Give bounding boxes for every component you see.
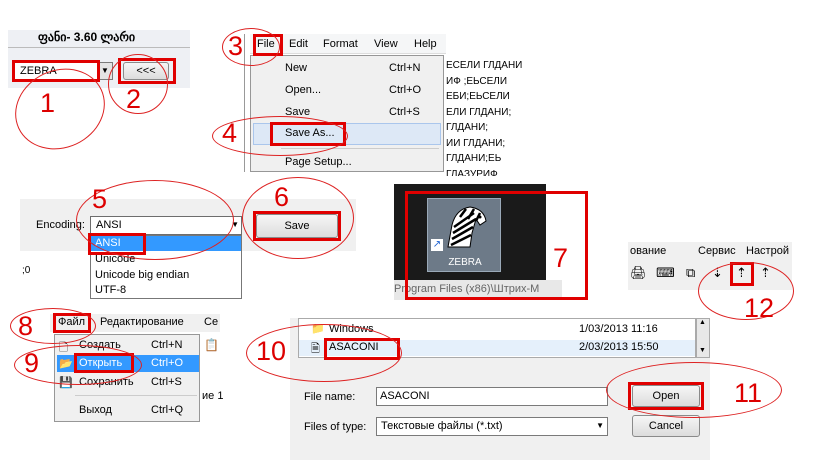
print-preview-icon[interactable]: 🖨 — [630, 265, 647, 281]
ru-side-toolbar-icon: 📋 — [204, 338, 219, 352]
menu-item-save-ru-shortcut: Ctrl+S — [151, 376, 182, 388]
keyboard-icon[interactable]: ⌨ — [656, 265, 675, 281]
toolbar-menubar: ование Сервис Настрой — [628, 244, 792, 260]
caption-price: ფანი- 3.60 ლარი — [38, 30, 136, 44]
file-type-label: Files of type: — [304, 421, 367, 433]
step-number-7: 7 — [553, 243, 569, 273]
menu-item-page-setup[interactable]: Page Setup... — [285, 156, 435, 168]
scroll-up-icon[interactable]: ▲ — [699, 319, 706, 326]
step-number-9: 9 — [24, 348, 40, 378]
menu-help[interactable]: Help — [414, 38, 437, 50]
menu-view[interactable]: View — [374, 38, 398, 50]
notepad-text-area[interactable]: ЕСЕЛИ ГЛДАНИ ИФ ;ЕЬСЕЛИ ЕБИ;ЕЬСЕЛИ ЕЛИ Г… — [446, 58, 536, 176]
scroll-down-icon[interactable]: ▼ — [699, 347, 706, 354]
menu-service[interactable]: Сервис — [698, 245, 736, 257]
file-name-input[interactable]: ASACONI — [376, 387, 608, 406]
step-number-12: 12 — [744, 293, 775, 323]
file-row-date: 1/03/2013 11:16 — [579, 323, 658, 335]
doc-line: ЕЛИ ГЛДАНИ; — [446, 106, 512, 118]
doc-line: ГЛДАНИ; — [446, 122, 489, 133]
step-number-4: 4 — [222, 118, 238, 148]
menu-item-new[interactable]: New Ctrl+N — [285, 62, 435, 74]
chevron-down-icon[interactable]: ▼ — [596, 421, 604, 430]
menu-item-save-shortcut: Ctrl+S — [389, 106, 420, 118]
step-number-3: 3 — [228, 31, 244, 61]
step-number-5: 5 — [92, 184, 108, 214]
menu-item-open-label: Open... — [285, 84, 322, 96]
doc-line: ЕБИ;ЕЬСЕЛИ — [446, 91, 510, 102]
file-type-value: Текстовые файлы (*.txt) — [381, 420, 503, 432]
menu-item-open[interactable]: Open... Ctrl+O — [285, 84, 435, 96]
copy-icon[interactable]: ⧉ — [686, 265, 695, 281]
menu-item-page-setup-label: Page Setup... — [285, 156, 352, 168]
step-number-2: 2 — [126, 84, 142, 114]
doc-line: ИФ ;ЕЬСЕЛИ — [446, 75, 508, 87]
caption-underline — [8, 47, 190, 48]
menu-edit[interactable]: Edit — [289, 38, 308, 50]
ru-side-text: ие 1 — [202, 390, 224, 402]
step-number-10: 10 — [256, 336, 287, 366]
status-text: ;0 — [22, 265, 31, 276]
file-name-label: File name: — [304, 391, 356, 403]
option-utf8[interactable]: UTF-8 — [95, 284, 126, 296]
menu-item-open-ru-shortcut: Ctrl+O — [151, 357, 184, 369]
menu-item-save[interactable]: Save Ctrl+S — [285, 106, 435, 118]
option-unicode-big-endian[interactable]: Unicode big endian — [95, 269, 189, 281]
file-row-date: 2/03/2013 15:50 — [579, 341, 659, 353]
step-number-1: 1 — [40, 88, 56, 118]
step-number-8: 8 — [18, 311, 34, 341]
doc-line: ГЛДАНИ;ЕЬ — [446, 153, 502, 164]
menu-edit-ru[interactable]: Редактирование — [100, 316, 184, 328]
menu-item-partial[interactable]: ование — [630, 245, 666, 257]
file-type-select[interactable]: Текстовые файлы (*.txt) ▼ — [376, 417, 608, 436]
doc-line: ИИ ГЛДАНИ; — [446, 137, 506, 149]
step-number-11: 11 — [734, 378, 763, 408]
file-name-value: ASACONI — [380, 390, 430, 402]
doc-line: ЕСЕЛИ ГЛДАНИ — [446, 60, 523, 71]
menu-item-exit-ru-label: Выход — [79, 404, 112, 416]
menu-item-new-label: New — [285, 62, 308, 74]
menu-item-new-shortcut: Ctrl+N — [389, 62, 421, 74]
circle-step-6 — [242, 177, 354, 259]
cancel-button[interactable]: Cancel — [632, 415, 700, 437]
menu-item-open-shortcut: Ctrl+O — [389, 84, 422, 96]
menu-item-exit-ru-shortcut: Ctrl+Q — [151, 404, 184, 416]
menu-service-ru[interactable]: Се — [204, 316, 218, 328]
file-list-scrollbar[interactable]: ▲ ▼ — [696, 318, 710, 358]
menu-item-create-ru-shortcut: Ctrl+N — [151, 339, 183, 351]
doc-line: ГЛАЗУРИФ — [446, 168, 498, 177]
menu-separator — [75, 395, 197, 396]
menu-settings[interactable]: Настрой — [746, 245, 789, 257]
menu-format[interactable]: Format — [323, 38, 358, 50]
step-number-6: 6 — [274, 182, 290, 212]
